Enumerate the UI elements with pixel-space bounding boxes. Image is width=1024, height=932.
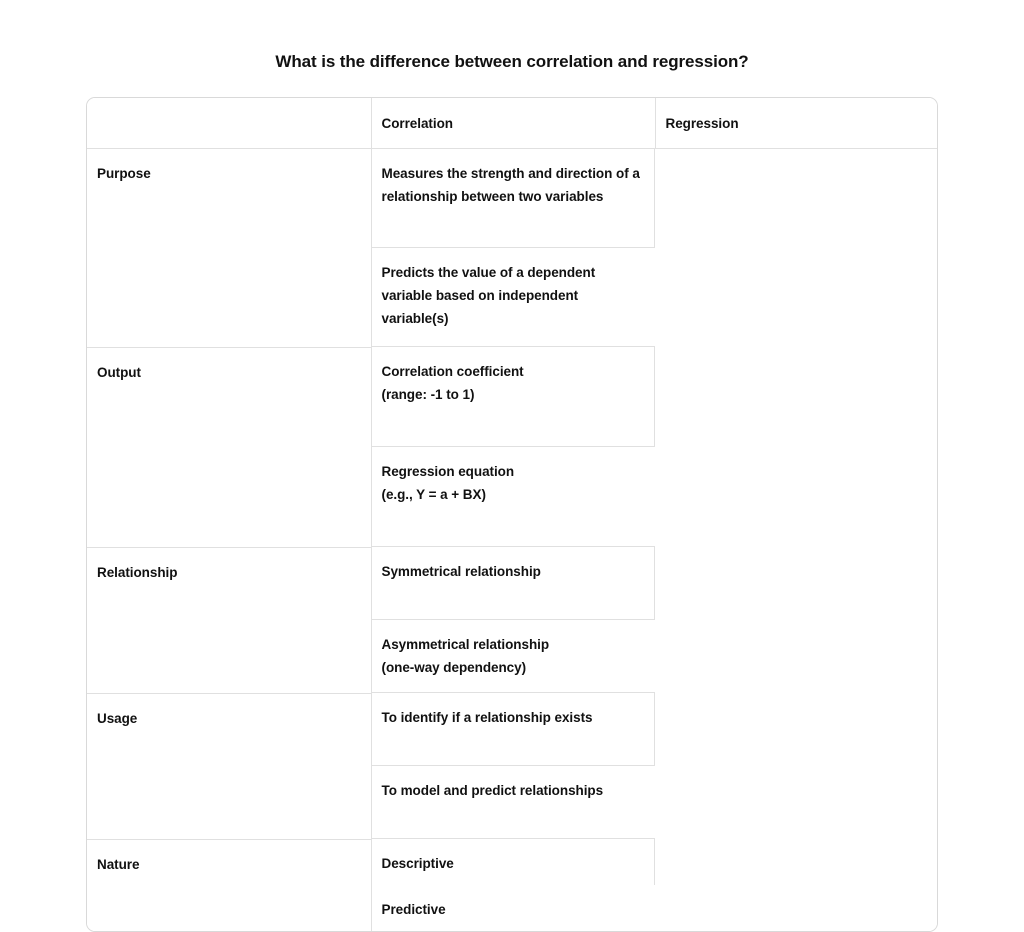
cell-purpose-regression: Predicts the value of a dependent variab… bbox=[371, 248, 655, 347]
cell-nature-regression: Predictive bbox=[381, 902, 446, 917]
table-row: Nature Descriptive Predictive bbox=[87, 839, 937, 931]
cell-usage-correlation: To identify if a relationship exists bbox=[371, 693, 655, 766]
comparison-table: Correlation Regression Purpose Measures … bbox=[87, 98, 937, 931]
row-label-usage: Usage bbox=[87, 693, 372, 840]
table-header-row: Correlation Regression bbox=[87, 98, 937, 149]
table-row: Purpose Measures the strength and direct… bbox=[87, 148, 937, 348]
table-corner-cell bbox=[87, 98, 372, 149]
column-header-regression: Regression bbox=[655, 98, 937, 149]
cell-output-regression: Regression equation (e.g., Y = a + BX) bbox=[371, 447, 655, 547]
cell-output-correlation: Correlation coefficient (range: -1 to 1) bbox=[371, 347, 655, 447]
table-row: Output Correlation coefficient (range: -… bbox=[87, 347, 937, 548]
cell-relationship-correlation: Symmetrical relationship bbox=[371, 547, 655, 620]
page-title: What is the difference between correlati… bbox=[275, 52, 749, 71]
row-label-relationship: Relationship bbox=[87, 547, 372, 694]
cell-relationship-regression: Asymmetrical relationship (one-way depen… bbox=[371, 620, 655, 693]
page-root: What is the difference between correlati… bbox=[0, 0, 1024, 932]
cell-purpose-correlation: Measures the strength and direction of a… bbox=[371, 149, 655, 248]
comparison-table-container: Correlation Regression Purpose Measures … bbox=[86, 97, 938, 932]
table-row: Relationship Symmetrical relationship As… bbox=[87, 547, 937, 694]
row-label-output: Output bbox=[87, 347, 372, 548]
row-label-nature: Nature bbox=[87, 839, 372, 931]
table-row: Usage To identify if a relationship exis… bbox=[87, 693, 937, 840]
row-label-purpose: Purpose bbox=[87, 148, 372, 348]
cell-usage-regression: To model and predict relationships bbox=[371, 766, 655, 839]
cell-nature-correlation: Descriptive bbox=[372, 839, 655, 885]
column-header-correlation: Correlation bbox=[371, 98, 656, 149]
